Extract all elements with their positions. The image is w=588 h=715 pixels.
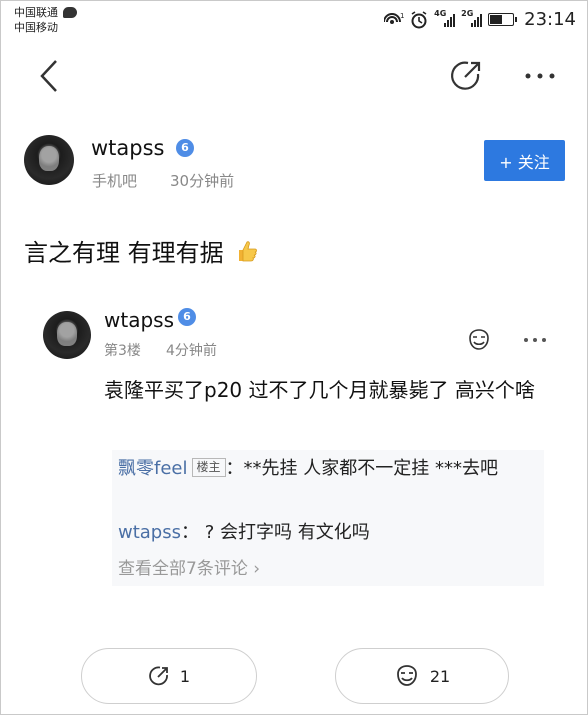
reply-like-icon[interactable] bbox=[466, 328, 492, 352]
status-bar: 中国联通 中国移动 1 4G 2G 23:14 bbox=[0, 0, 588, 40]
sub-comment-text: **先挂 人家都不一定挂 ***去吧 bbox=[243, 458, 498, 479]
follow-label: + 关注 bbox=[499, 152, 550, 172]
signal-2g-icon: 2G bbox=[461, 9, 483, 27]
signal-2g-label: 2G bbox=[461, 8, 474, 18]
svg-text:1: 1 bbox=[400, 12, 404, 20]
post-text: 言之有理 有理有据 bbox=[24, 239, 224, 267]
like-count: 21 bbox=[429, 666, 451, 686]
signal-4g-label: 4G bbox=[434, 8, 447, 18]
reply-author-avatar[interactable] bbox=[43, 311, 91, 359]
post-author-name[interactable]: wtapss bbox=[91, 136, 165, 160]
reply-level-badge-icon: 6 bbox=[178, 308, 196, 326]
op-tag: 楼主 bbox=[191, 458, 226, 477]
share-count: 1 bbox=[179, 666, 191, 686]
view-all-label: 查看全部7条评论 bbox=[118, 559, 248, 579]
battery-icon bbox=[488, 13, 518, 26]
status-icons: 1 4G 2G 23:14 bbox=[384, 9, 576, 30]
sub-comment-text: ? 会打字吗 有文化吗 bbox=[204, 522, 370, 543]
back-button[interactable] bbox=[34, 58, 64, 94]
screen-frame bbox=[0, 0, 588, 715]
level-badge-icon: 6 bbox=[176, 139, 194, 157]
carrier-2: 中国移动 bbox=[14, 21, 58, 34]
reply-floor: 第3楼 bbox=[104, 343, 141, 359]
share-button[interactable] bbox=[448, 58, 484, 94]
reply-text: 袁隆平买了p20 过不了几个月就暴毙了 高兴个啥 bbox=[104, 378, 535, 402]
post-content: 言之有理 有理有据 bbox=[24, 233, 258, 268]
sub-comments-box[interactable]: 飘零feel 楼主 ：**先挂 人家都不一定挂 ***去吧 wtapss： ? 会打… bbox=[112, 450, 544, 586]
post-source[interactable]: 手机吧 bbox=[92, 170, 137, 191]
carrier-info: 中国联通 中国移动 bbox=[14, 5, 77, 35]
follow-button[interactable]: + 关注 bbox=[484, 140, 565, 181]
alarm-icon bbox=[411, 10, 427, 28]
share-count-button[interactable]: 1 bbox=[81, 648, 257, 704]
post-author-avatar[interactable] bbox=[24, 135, 74, 185]
like-face-icon bbox=[396, 665, 417, 686]
sub-comment-author[interactable]: 飘零feel bbox=[118, 458, 188, 479]
sub-comment[interactable]: wtapss： ? 会打字吗 有文化吗 bbox=[118, 518, 370, 548]
message-notification-icon bbox=[63, 7, 77, 18]
view-all-comments-link[interactable]: 查看全部7条评论 › bbox=[118, 554, 260, 584]
sub-comment-author[interactable]: wtapss bbox=[118, 522, 181, 543]
reply-time: 4分钟前 bbox=[166, 343, 217, 359]
reply-more-icon[interactable] bbox=[523, 334, 547, 346]
thumbs-up-emoji-icon bbox=[238, 240, 257, 261]
chevron-right-icon: › bbox=[253, 559, 261, 579]
reply-author-name[interactable]: wtapss bbox=[104, 308, 174, 332]
signal-4g-icon: 4G bbox=[434, 9, 456, 27]
carrier-1: 中国联通 bbox=[14, 6, 58, 19]
post-time: 30分钟前 bbox=[170, 172, 235, 190]
status-time: 23:14 bbox=[524, 9, 576, 30]
sub-comment[interactable]: 飘零feel 楼主 ：**先挂 人家都不一定挂 ***去吧 bbox=[118, 454, 538, 484]
hotspot-icon: 1 bbox=[384, 12, 404, 24]
like-count-button[interactable]: 21 bbox=[335, 648, 509, 704]
share-icon bbox=[149, 666, 168, 686]
more-options-button[interactable] bbox=[522, 64, 558, 88]
